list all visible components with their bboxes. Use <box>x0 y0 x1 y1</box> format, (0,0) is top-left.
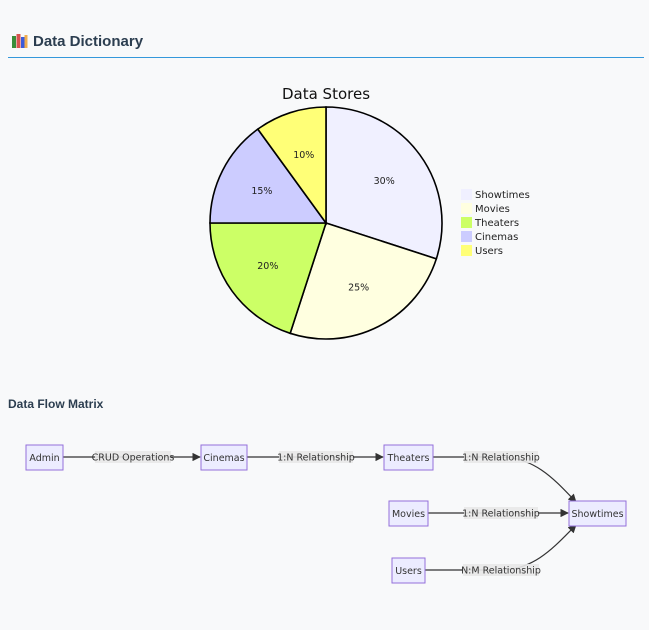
edge-users-showtimes <box>425 524 577 571</box>
svg-text:Showtimes: Showtimes <box>571 509 623 520</box>
edge-label-movies-showtimes: 1:N Relationship <box>462 507 540 520</box>
svg-text:1:N Relationship: 1:N Relationship <box>277 453 355 464</box>
legend-label-movies: Movies <box>475 204 510 215</box>
pie-label-showtimes: 30% <box>374 176 395 187</box>
pie-chart-title: Data Stores <box>282 85 370 103</box>
node-theaters[interactable]: Theaters <box>383 444 434 471</box>
data-flow-title: Data Flow Matrix <box>8 397 104 411</box>
node-movies[interactable]: Movies <box>388 500 429 527</box>
pie-label-theaters: 20% <box>257 261 278 272</box>
edge-label-admin-cinemas: CRUD Operations <box>92 451 175 464</box>
pie-slices <box>209 106 443 340</box>
edge-label-theaters-showtimes: 1:N Relationship <box>462 451 540 464</box>
books-icon <box>12 34 28 48</box>
svg-text:CRUD Operations: CRUD Operations <box>92 453 175 464</box>
node-admin[interactable]: Admin <box>25 444 64 471</box>
legend-swatch-users <box>461 245 472 256</box>
data-flow-diagram: CRUD Operations 1:N Relationship 1:N Rel… <box>25 444 627 584</box>
node-showtimes[interactable]: Showtimes <box>568 500 627 527</box>
node-users[interactable]: Users <box>391 557 426 584</box>
pie-label-users: 10% <box>293 150 314 161</box>
pie-label-movies: 25% <box>348 283 369 294</box>
page-title: Data Dictionary <box>33 33 144 50</box>
legend-label-users: Users <box>475 246 503 257</box>
pie-legend: Showtimes Movies Theaters Cinemas Users <box>461 189 530 257</box>
pie-chart: Data Stores 30% 25% 20% 15% 10% Showtimes Mov… <box>209 85 530 340</box>
svg-text:Cinemas: Cinemas <box>203 453 244 464</box>
svg-text:Theaters: Theaters <box>387 453 430 464</box>
legend-swatch-cinemas <box>461 231 472 242</box>
pie-label-cinemas: 15% <box>251 186 272 197</box>
edge-theaters-showtimes <box>433 456 577 503</box>
svg-text:Admin: Admin <box>29 453 59 464</box>
node-cinemas[interactable]: Cinemas <box>200 444 248 471</box>
svg-text:N:M Relationship: N:M Relationship <box>461 566 541 577</box>
legend-swatch-movies <box>461 203 472 214</box>
legend-label-cinemas: Cinemas <box>475 232 518 243</box>
legend-swatch-showtimes <box>461 189 472 200</box>
legend-swatch-theaters <box>461 217 472 228</box>
svg-text:1:N Relationship: 1:N Relationship <box>462 453 540 464</box>
svg-text:Users: Users <box>395 566 422 577</box>
svg-text:Movies: Movies <box>392 509 425 520</box>
legend-label-showtimes: Showtimes <box>475 190 530 201</box>
edge-label-cinemas-theaters: 1:N Relationship <box>277 451 355 464</box>
page: Data Dictionary Data Stores 30% 25% 20% 15%… <box>0 0 649 630</box>
svg-text:1:N Relationship: 1:N Relationship <box>462 509 540 520</box>
section-header: Data Dictionary <box>8 30 644 58</box>
edge-label-users-showtimes: N:M Relationship <box>461 564 541 577</box>
legend-label-theaters: Theaters <box>474 218 519 229</box>
